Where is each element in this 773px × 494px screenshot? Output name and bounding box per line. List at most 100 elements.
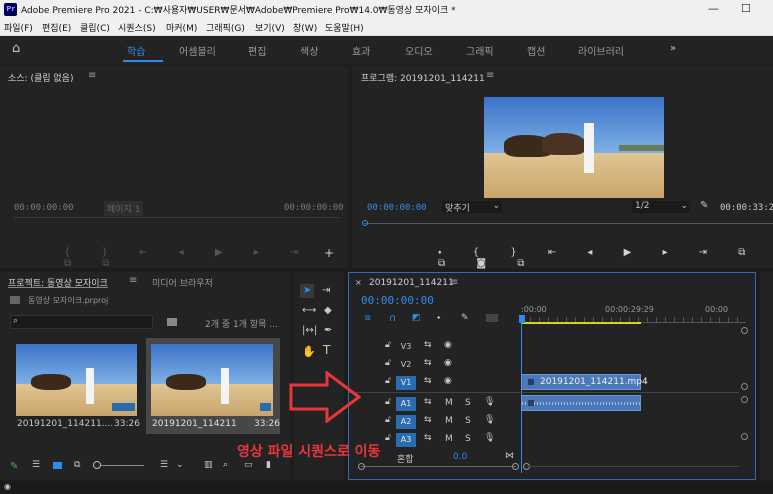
project-item-name[interactable]: 20191201_114211 [152,419,237,429]
minimize-button[interactable]: — [708,2,719,15]
track-target-a1[interactable]: A1 [396,397,416,411]
track-target-a2[interactable]: A2 [396,415,416,429]
lock-icon[interactable]: 🔓︎ [385,340,391,350]
zoom-slider[interactable] [96,465,144,466]
sort-icon[interactable]: ☰ [160,460,168,470]
search-bin-icon[interactable]: ⌕ [223,460,228,470]
wrench-icon[interactable]: ✎ [700,200,708,211]
home-icon[interactable]: ⌂ [12,41,20,56]
chevron-down-icon[interactable]: ⌄ [176,460,184,470]
pencil-icon[interactable]: ✎ [10,461,18,472]
project-item-name[interactable]: 20191201_114211.... [17,419,113,429]
tab-media-browser[interactable]: 미디어 브라우저 [152,276,213,289]
sync-lock-icon[interactable]: ⇆ [424,358,432,368]
more-workspaces-icon[interactable]: » [670,43,676,54]
menu-clip[interactable]: 클립(C) [80,21,110,34]
menu-file[interactable]: 파일(F) [4,21,33,34]
tab-effects[interactable]: 효과 [352,43,370,58]
menu-help[interactable]: 도움말(H) [325,21,364,34]
microphone-icon[interactable]: 🎙︎ [484,433,495,443]
tab-assembly[interactable]: 어셈블리 [179,43,216,58]
track-target-v2[interactable]: V2 [396,358,416,372]
sequence-tab[interactable]: 20191201_114211 [369,278,454,288]
list-view-icon[interactable]: ☰ [32,460,40,470]
project-item-thumbnail[interactable] [16,344,137,416]
project-item-thumbnail[interactable] [151,344,273,416]
mute-button[interactable]: M [445,434,453,444]
mute-button[interactable]: M [445,416,453,426]
automate-icon[interactable]: ▥ [204,460,213,470]
work-area-bar[interactable] [521,322,641,324]
linked-selection-icon[interactable]: ◩ [412,313,421,323]
pen-tool-icon[interactable]: ✒ [324,325,332,336]
sync-lock-icon[interactable]: ⇆ [424,376,432,386]
video-clip[interactable]: 20191201_114211.mp4 [521,374,648,390]
timeline-timecode[interactable]: 00:00:00:00 [361,294,434,307]
tab-audio[interactable]: 오디오 [405,43,433,58]
solo-button[interactable]: S [465,416,471,426]
snap-magnet-icon[interactable]: ∩ [389,313,396,324]
sync-lock-icon[interactable]: ⇆ [424,340,432,350]
zoom-slider-handle[interactable] [93,461,101,469]
panel-menu-icon[interactable]: ≡ [450,277,458,288]
ripple-edit-tool-icon[interactable]: ⟷ [302,305,316,316]
razor-tool-icon[interactable]: ◆ [324,305,332,316]
panel-menu-icon[interactable]: ≡ [88,70,96,81]
vertical-scroll-handle[interactable] [741,327,748,334]
source-scrubber[interactable] [14,217,340,218]
menu-sequence[interactable]: 시퀀스(S) [118,21,156,34]
eye-icon[interactable]: ◉ [444,358,452,368]
lock-icon[interactable]: 🔓︎ [385,358,391,368]
program-transport-controls[interactable]: ⬩ { } ⇤ ◂ ▶ ▸ ⇥ ⧉ ⧉ ◙ ⧉ [438,247,773,269]
type-tool-icon[interactable]: T [323,343,330,357]
microphone-icon[interactable]: 🎙︎ [484,397,495,407]
program-timecode[interactable]: 00:00:00:00 [367,203,427,213]
maximize-button[interactable]: ☐ [741,2,751,15]
program-quality-select[interactable]: 1/2 ⌄ [632,201,690,213]
track-target-v3[interactable]: V3 [396,340,416,354]
eye-icon[interactable]: ◉ [444,340,452,350]
wrench-icon[interactable]: ✎ [461,313,469,323]
menu-marker[interactable]: 마커(M) [166,21,197,34]
track-select-tool-icon[interactable]: ⇥ [322,285,330,296]
program-scrubber[interactable] [364,223,773,224]
mute-button[interactable]: M [445,398,453,408]
horizontal-scroll-track[interactable] [361,466,516,467]
horizontal-scroll-handle[interactable] [358,463,365,470]
tab-graphics[interactable]: 그래픽 [466,43,494,58]
slip-tool-icon[interactable]: |↔| [302,325,317,336]
nest-icon[interactable]: ⧈ [365,313,371,323]
lock-icon[interactable]: 🔓︎ [385,376,391,386]
menu-edit[interactable]: 편집(E) [42,21,71,34]
freeform-view-icon[interactable]: ⧉ [74,460,80,470]
menu-view[interactable]: 보기(V) [255,21,285,34]
source-title[interactable]: 소스: (클립 없음) [8,71,73,84]
tab-project[interactable]: 프로젝트: 동영상 모자이크 [8,276,108,289]
sync-lock-icon[interactable]: ⇆ [424,433,432,443]
program-playhead[interactable] [362,220,368,226]
solo-button[interactable]: S [465,398,471,408]
source-add-button-icon[interactable]: + [324,246,334,260]
program-title[interactable]: 프로그램: 20191201_114211 [361,71,485,84]
menu-window[interactable]: 창(W) [293,21,317,34]
horizontal-scroll-handle[interactable] [512,463,519,470]
selection-tool-icon[interactable]: ➤ [303,285,311,296]
horizontal-scroll-track[interactable] [527,466,739,467]
go-to-out-icon[interactable]: ⋈ [505,451,514,461]
sync-lock-icon[interactable]: ⇆ [424,397,432,407]
solo-button[interactable]: S [465,434,471,444]
track-target-v1[interactable]: V1 [396,376,416,390]
master-volume[interactable]: 0.0 [453,452,467,462]
microphone-icon[interactable]: 🎙︎ [484,415,495,425]
lock-icon[interactable]: 🔓︎ [385,415,391,425]
tab-color[interactable]: 색상 [300,43,318,58]
project-search-input[interactable] [10,315,153,329]
trash-icon[interactable]: ▮ [266,460,271,470]
tab-libraries[interactable]: 라이브러리 [578,43,624,58]
tab-learning[interactable]: 학습 [127,43,145,58]
lock-icon[interactable]: 🔓︎ [385,433,391,443]
captions-icon[interactable] [486,314,498,322]
lock-icon[interactable]: 🔓︎ [385,397,391,407]
source-page-select[interactable]: 페이지 1 [104,201,144,216]
hand-tool-icon[interactable]: ✋ [302,345,316,358]
